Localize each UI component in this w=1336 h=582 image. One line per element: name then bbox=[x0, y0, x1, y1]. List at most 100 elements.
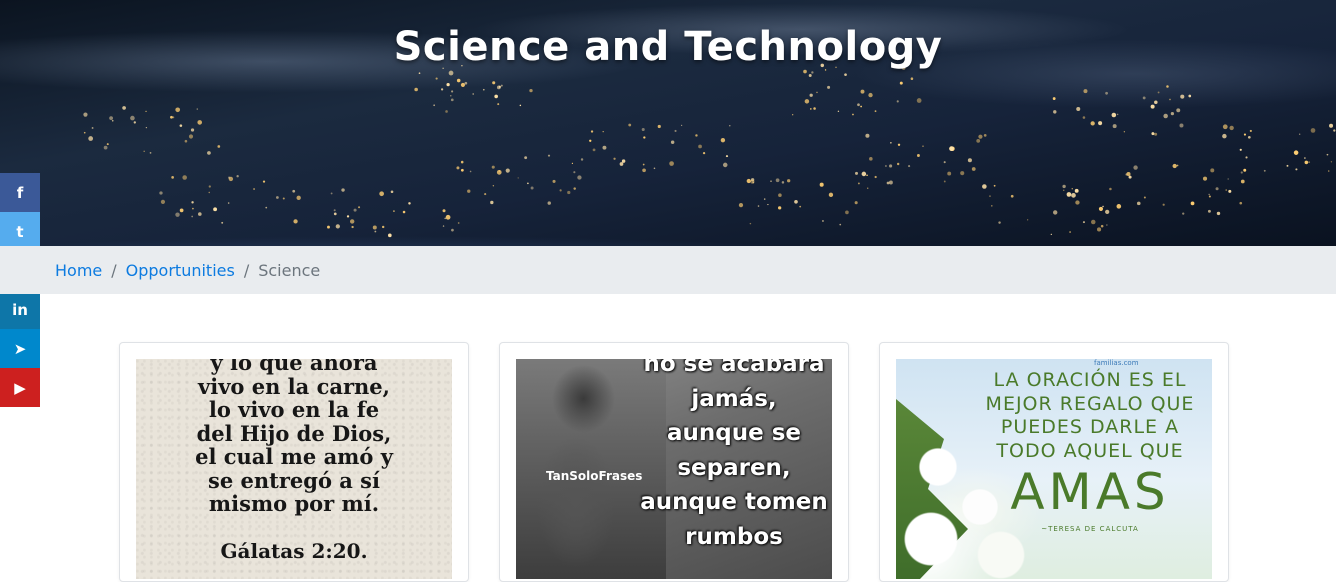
city-light bbox=[1245, 156, 1247, 158]
breadcrumb-separator: / bbox=[244, 261, 249, 280]
city-light bbox=[898, 144, 900, 146]
city-light bbox=[84, 132, 86, 134]
city-light bbox=[567, 191, 570, 194]
city-light bbox=[991, 205, 992, 206]
city-light bbox=[1216, 187, 1219, 190]
city-light bbox=[1176, 108, 1180, 112]
city-light bbox=[1182, 213, 1184, 215]
city-light bbox=[911, 77, 914, 80]
city-light bbox=[729, 125, 730, 126]
city-light bbox=[92, 127, 94, 129]
city-light bbox=[642, 128, 645, 131]
city-light bbox=[889, 181, 893, 185]
city-light bbox=[1091, 121, 1095, 125]
city-light bbox=[446, 83, 449, 86]
city-light bbox=[810, 108, 812, 110]
city-light bbox=[436, 77, 438, 79]
city-light bbox=[1062, 185, 1065, 188]
city-light bbox=[1299, 134, 1300, 135]
city-light bbox=[1304, 157, 1306, 159]
city-light bbox=[171, 176, 174, 179]
city-light bbox=[493, 185, 494, 186]
city-light bbox=[890, 142, 892, 144]
brand-logo-text: familias.com bbox=[1094, 359, 1139, 367]
facebook-icon[interactable]: f bbox=[0, 173, 40, 212]
city-light bbox=[944, 181, 946, 183]
card-prayer-quote[interactable]: familias.com LA ORACIÓN ES EL MEJOR REGA… bbox=[879, 342, 1229, 582]
city-light bbox=[494, 95, 498, 99]
city-light bbox=[887, 182, 890, 185]
prayer-text: LA ORACIÓN ES EL MEJOR REGALO QUE PUEDES… bbox=[968, 369, 1212, 463]
city-light bbox=[1163, 114, 1168, 119]
city-light bbox=[198, 212, 202, 216]
city-light bbox=[209, 185, 211, 187]
city-light bbox=[1126, 172, 1130, 176]
city-light bbox=[573, 171, 575, 173]
card-love-quote[interactable]: TanSoloFrases no se acabará jamás, aunqu… bbox=[499, 342, 849, 582]
card-image-couple[interactable]: TanSoloFrases no se acabará jamás, aunqu… bbox=[516, 359, 832, 579]
city-light bbox=[1243, 169, 1246, 172]
city-light bbox=[1209, 195, 1211, 197]
city-light bbox=[972, 167, 976, 171]
city-light bbox=[776, 178, 780, 182]
city-light bbox=[403, 211, 406, 214]
breadcrumb-separator: / bbox=[111, 261, 116, 280]
city-light bbox=[483, 89, 485, 91]
city-light bbox=[293, 219, 297, 223]
city-light bbox=[839, 224, 841, 226]
city-light bbox=[263, 181, 265, 183]
city-light bbox=[450, 95, 452, 97]
city-light bbox=[433, 104, 435, 106]
city-light bbox=[373, 226, 377, 230]
city-light bbox=[816, 92, 818, 94]
city-light bbox=[976, 139, 980, 143]
city-light bbox=[628, 124, 631, 127]
city-light bbox=[112, 120, 114, 122]
city-light bbox=[276, 196, 279, 199]
breadcrumb-opportunities-link[interactable]: Opportunities bbox=[126, 261, 235, 280]
city-light bbox=[354, 209, 357, 212]
city-light bbox=[750, 223, 751, 224]
city-light bbox=[1105, 210, 1109, 214]
city-light bbox=[838, 111, 839, 112]
city-light bbox=[292, 190, 295, 193]
card-image-flowers[interactable]: familias.com LA ORACIÓN ES EL MEJOR REGA… bbox=[896, 359, 1212, 579]
city-light bbox=[382, 226, 384, 228]
city-light bbox=[467, 190, 470, 193]
linkedin-icon[interactable]: in bbox=[0, 290, 40, 329]
breadcrumb-current: Science bbox=[258, 261, 320, 280]
city-light bbox=[858, 182, 860, 184]
card-galatas[interactable]: y lo que ahora vivo en la carne, lo vivo… bbox=[119, 342, 469, 582]
city-light bbox=[472, 93, 474, 95]
city-light bbox=[461, 161, 464, 164]
city-light bbox=[577, 175, 581, 179]
city-light bbox=[393, 210, 395, 212]
city-light bbox=[484, 193, 486, 195]
city-light bbox=[492, 81, 495, 84]
city-light bbox=[265, 207, 267, 209]
city-light bbox=[778, 206, 781, 209]
youtube-icon[interactable]: ▶ bbox=[0, 368, 40, 407]
city-light bbox=[457, 79, 461, 83]
city-light bbox=[180, 208, 184, 212]
city-light bbox=[185, 140, 188, 143]
city-light bbox=[875, 176, 877, 178]
breadcrumb-home-link[interactable]: Home bbox=[55, 261, 102, 280]
city-light bbox=[654, 167, 656, 169]
city-light bbox=[1210, 168, 1214, 172]
city-light bbox=[1328, 170, 1330, 172]
city-light bbox=[221, 222, 223, 224]
city-light bbox=[1053, 97, 1056, 100]
city-light bbox=[622, 159, 625, 162]
city-light bbox=[739, 203, 743, 207]
city-light bbox=[855, 172, 858, 175]
city-light bbox=[374, 231, 376, 233]
city-light bbox=[1072, 188, 1073, 189]
city-light bbox=[1071, 193, 1076, 198]
city-light bbox=[695, 134, 697, 136]
city-light bbox=[1069, 231, 1071, 233]
city-light bbox=[1248, 136, 1251, 139]
city-light bbox=[758, 205, 760, 207]
telegram-icon[interactable]: ➤ bbox=[0, 329, 40, 368]
card-image-verse[interactable]: y lo que ahora vivo en la carne, lo vivo… bbox=[136, 359, 452, 579]
